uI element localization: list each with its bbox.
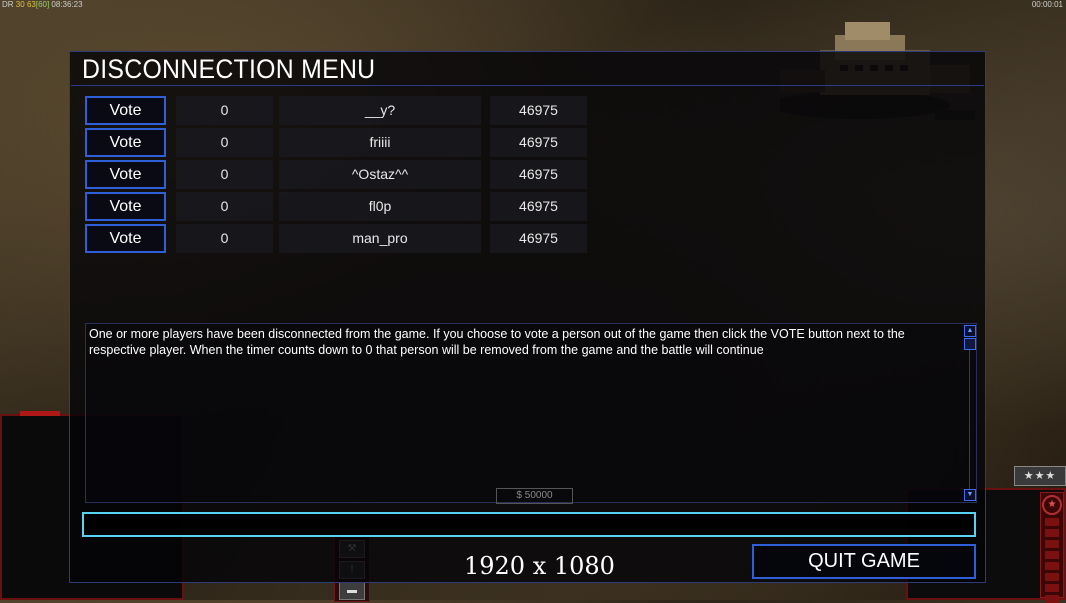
star-badge-icon: ★ (1042, 495, 1062, 515)
vote-button[interactable]: Vote (85, 192, 166, 221)
player-name: ^Ostaz^^ (279, 160, 481, 189)
vote-timer: 0 (176, 128, 273, 157)
hud-prefix: DR (2, 0, 14, 9)
vote-button[interactable]: Vote (85, 128, 166, 157)
vote-timer: 0 (176, 160, 273, 189)
player-name: man_pro (279, 224, 481, 253)
hud-status-readout: DR 30 63[60] 08:36:23 (2, 0, 83, 9)
vote-timer: 0 (176, 224, 273, 253)
hud-value-b: [60] (35, 0, 50, 9)
player-ping: 46975 (490, 160, 587, 189)
player-ping: 46975 (490, 96, 587, 125)
scroll-down-arrow-icon[interactable]: ▼ (964, 489, 976, 501)
vote-timer: 0 (176, 192, 273, 221)
money-display: $ 50000 (496, 488, 573, 504)
vote-timer: 0 (176, 96, 273, 125)
resolution-label: 1920 x 1080 (464, 552, 615, 580)
vote-button[interactable]: Vote (85, 160, 166, 189)
message-scrollbar[interactable]: ▲ ▼ (964, 324, 976, 502)
disconnection-dialog: DISCONNECTION MENU Vote 0 __y? 46975 Vot… (69, 51, 986, 583)
message-box[interactable]: One or more players have been disconnect… (85, 323, 977, 503)
player-name: __y? (279, 96, 481, 125)
unit-icon: ▬ (339, 582, 365, 600)
disconnect-message: One or more players have been disconnect… (89, 327, 905, 357)
quit-game-button[interactable]: QUIT GAME (752, 544, 976, 579)
vote-button[interactable]: Vote (85, 224, 166, 253)
scroll-track (969, 350, 970, 490)
player-ping: 46975 (490, 128, 587, 157)
dialog-title: DISCONNECTION MENU (82, 54, 376, 84)
player-ping: 46975 (490, 192, 587, 221)
hud-value-a: 63 (26, 0, 36, 9)
title-divider (71, 85, 984, 86)
hud-fps: 30 (15, 0, 25, 9)
player-ping: 46975 (490, 224, 587, 253)
vote-button[interactable]: Vote (85, 96, 166, 125)
power-bar: ★ (1040, 492, 1064, 603)
player-name: friiii (279, 128, 481, 157)
hud-game-timer: 00:00:01 (1031, 0, 1063, 9)
scroll-thumb[interactable] (964, 338, 976, 350)
hud-clock: 08:36:23 (51, 0, 83, 9)
player-name: fl0p (279, 192, 481, 221)
general-rank-stars: ★★★ (1014, 466, 1066, 486)
chat-input[interactable] (82, 512, 976, 537)
scroll-up-arrow-icon[interactable]: ▲ (964, 325, 976, 337)
